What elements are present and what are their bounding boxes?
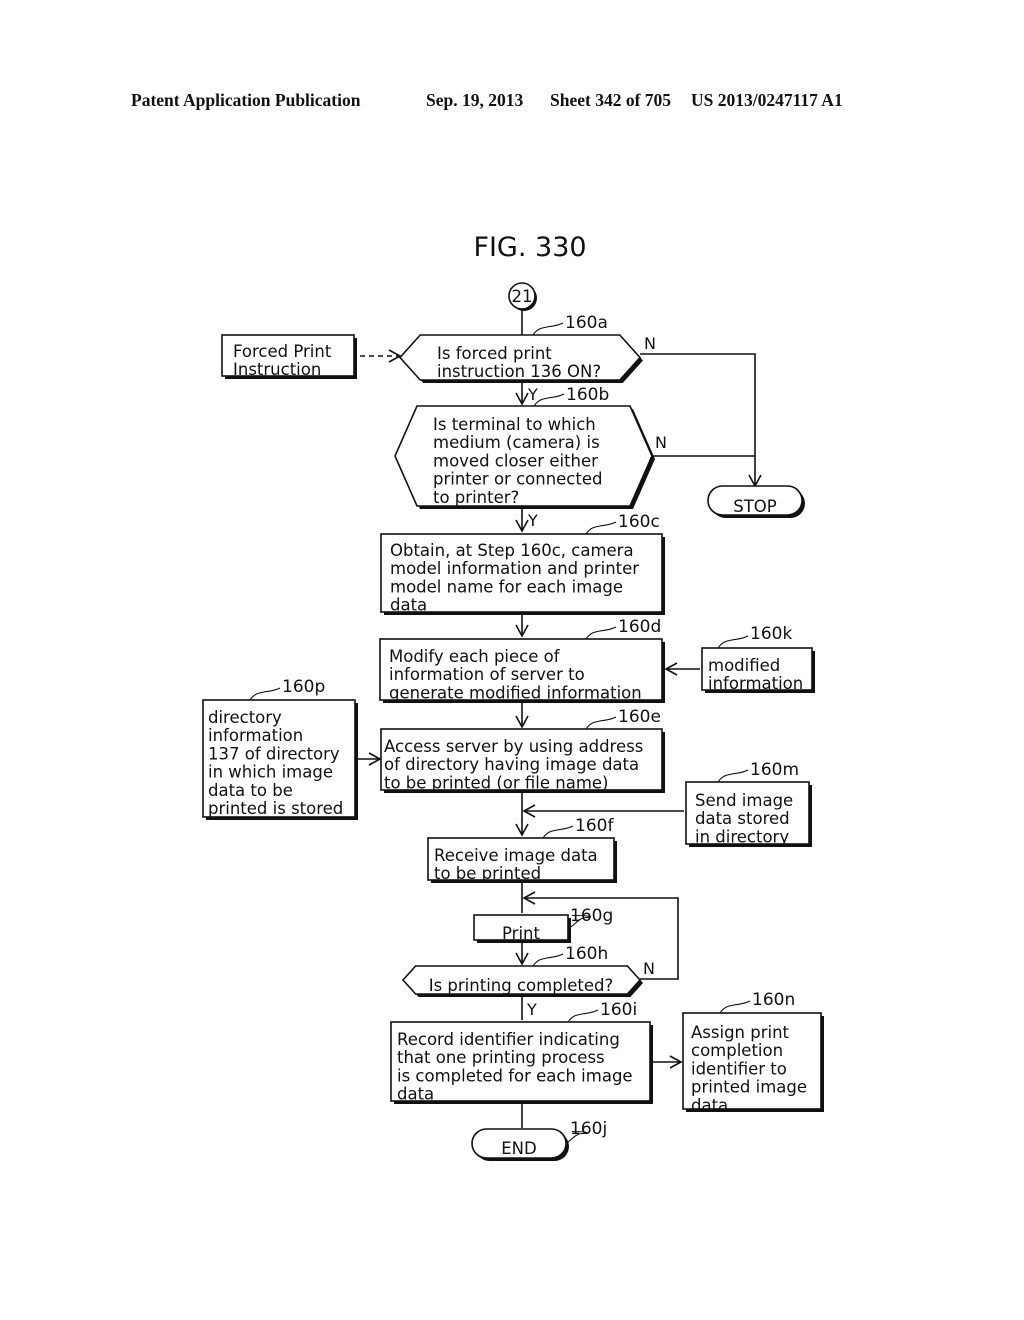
- node-text-line: 137 of directory: [208, 744, 340, 763]
- node-text-line: Is terminal to which: [433, 415, 596, 434]
- node-text-line: data stored: [695, 809, 790, 828]
- node-text-line: printed image: [691, 1078, 807, 1097]
- reference-leader: [585, 521, 617, 535]
- label-160h-no: N: [643, 959, 655, 978]
- node-text-line: information: [208, 726, 303, 745]
- node-text-line: moved closer either: [433, 451, 598, 470]
- node-text-line: information: [708, 674, 803, 693]
- node-text-line: to printer?: [433, 488, 519, 507]
- node-forced_print: Forced PrintInstruction: [221, 334, 357, 379]
- node-text-line: Forced Print: [233, 342, 332, 361]
- reference-leader: [585, 626, 617, 640]
- node-text-line: to be printed: [434, 864, 541, 883]
- reference-label: 160m: [750, 760, 799, 780]
- node-text-line: of directory having image data: [384, 755, 639, 774]
- reference-label: 160d: [618, 617, 661, 637]
- node-text-line: directory: [208, 708, 282, 727]
- reference-leader: [719, 1000, 751, 1014]
- node-text-line: Modify each piece of: [389, 647, 561, 666]
- node-text-line: Instruction: [233, 360, 321, 379]
- node-text-line: model name for each image: [390, 577, 623, 596]
- reference-label: 160j: [570, 1119, 607, 1139]
- node-text-line: Obtain, at Step 160c, camera: [390, 541, 634, 560]
- reference-leader: [717, 635, 749, 649]
- node-160p: directoryinformation137 of directoryin w…: [202, 677, 358, 820]
- reference-label: 160f: [575, 816, 614, 836]
- reference-leader: [532, 322, 564, 336]
- node-text-line: medium (camera) is: [433, 433, 600, 452]
- node-text-line: data: [691, 1096, 728, 1115]
- reference-label: 160g: [570, 906, 613, 926]
- node-text-line: in directory: [695, 827, 789, 846]
- node-text-line: identifier to: [691, 1059, 787, 1078]
- node-text-line: Access server by using address: [384, 737, 643, 756]
- reference-leader: [542, 825, 574, 839]
- node-text-line: completion: [691, 1041, 783, 1060]
- node-text-line: Is forced print: [437, 344, 552, 363]
- label-160a-yes: Y: [527, 385, 538, 404]
- label-160b-no: N: [655, 433, 667, 452]
- reference-leader: [567, 1009, 599, 1023]
- flowchart: FIG. 330 21 Y N Y N N Y Forced PrintInst…: [202, 232, 824, 1161]
- node-text-line: generate modified information: [389, 683, 642, 702]
- node-160n: Assign printcompletionidentifier toprint…: [682, 990, 824, 1115]
- label-160a-no: N: [644, 334, 656, 353]
- reference-label: 160n: [752, 990, 795, 1010]
- node-text-line: data to be: [208, 781, 293, 800]
- reference-leader: [532, 953, 564, 967]
- node-text-line: information of server to: [389, 665, 585, 684]
- node-160g: Print 160g: [473, 906, 613, 943]
- figure-title: FIG. 330: [473, 232, 586, 263]
- reference-label: 160i: [600, 1000, 637, 1020]
- node-text-line: Print: [502, 924, 540, 943]
- reference-leader: [533, 393, 565, 407]
- node-text-line: to be printed (or file name): [384, 773, 608, 792]
- node-text-line: that one printing process: [397, 1048, 605, 1067]
- node-text-line: Is printing completed?: [429, 976, 614, 995]
- node-text-line: instruction 136 ON?: [437, 362, 601, 381]
- node-text-line: data: [390, 596, 427, 615]
- node-text-line: Assign print: [691, 1023, 790, 1042]
- reference-label: 160c: [618, 512, 660, 532]
- node-160k: modifiedinformation 160k: [701, 624, 815, 693]
- reference-label: 160b: [566, 385, 609, 405]
- node-text-line: is completed for each image: [397, 1066, 633, 1085]
- node-160e: Access server by using addressof directo…: [380, 707, 665, 793]
- label-160b-yes: Y: [527, 511, 538, 530]
- node-160h: Is printing completed? 160h: [401, 944, 643, 997]
- node-text-line: Record identifier indicating: [397, 1030, 620, 1049]
- reference-leader: [585, 716, 617, 730]
- node-160b: Is terminal to whichmedium (camera) ismo…: [394, 385, 655, 509]
- node-text-line: STOP: [733, 497, 777, 516]
- edge-160a-no: [640, 353, 762, 488]
- node-160j: END 160j: [471, 1119, 607, 1161]
- node-text-line: END: [501, 1139, 536, 1158]
- node-text-line: printed is stored: [208, 799, 343, 818]
- reference-label: 160p: [282, 677, 325, 697]
- reference-label: 160k: [750, 624, 792, 644]
- node-text-line: data: [397, 1085, 434, 1104]
- node-text-line: model information and printer: [390, 559, 639, 578]
- label-160h-yes: Y: [526, 1000, 537, 1019]
- node-stop: STOP: [707, 485, 805, 518]
- reference-leader: [249, 687, 281, 701]
- connector-label: 21: [512, 287, 533, 306]
- connector-21: 21: [508, 282, 537, 311]
- node-text-line: modified: [708, 656, 780, 675]
- node-text-line: printer or connected: [433, 470, 602, 489]
- reference-label: 160a: [565, 313, 608, 333]
- node-text-line: Send image: [695, 791, 793, 810]
- node-text-line: Receive image data: [434, 846, 598, 865]
- reference-label: 160h: [565, 944, 608, 964]
- node-160m: Send imagedata storedin directory 160m: [685, 760, 812, 847]
- reference-leader: [717, 769, 749, 783]
- node-text-line: in which image: [208, 763, 333, 782]
- reference-label: 160e: [618, 707, 661, 727]
- node-160c: Obtain, at Step 160c, cameramodel inform…: [380, 512, 665, 615]
